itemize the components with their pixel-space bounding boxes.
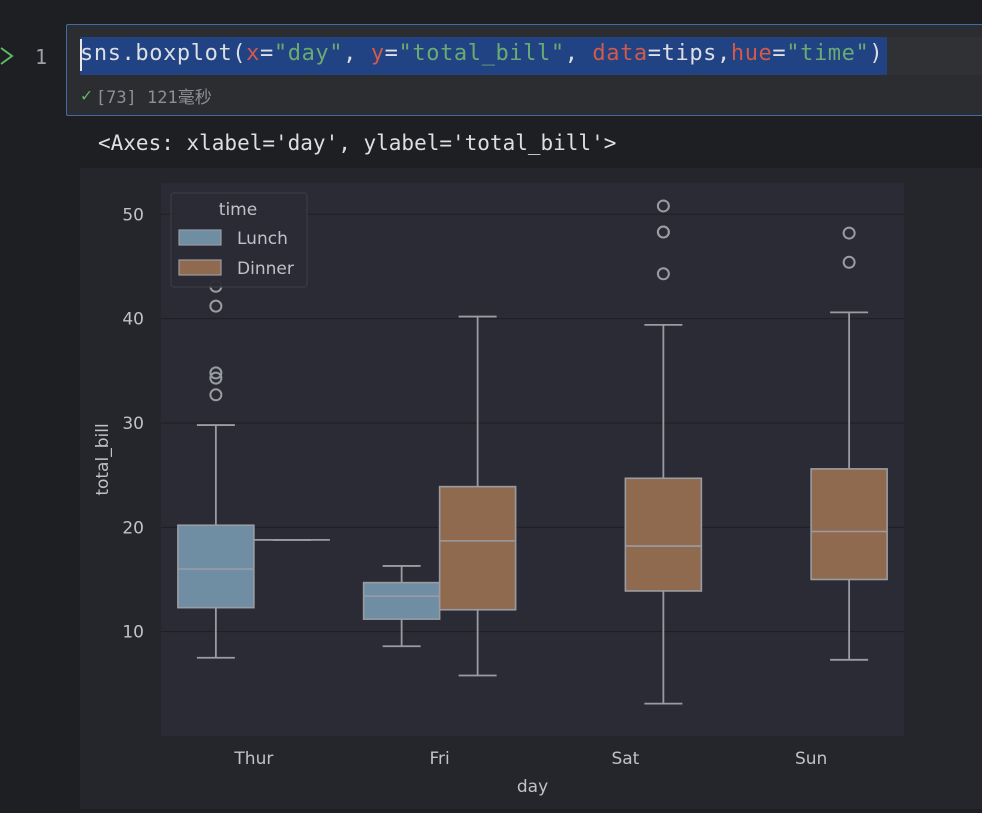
box-iqr	[624, 477, 703, 592]
line-number: 1	[34, 45, 48, 69]
text-caret	[80, 39, 82, 71]
code-token: ,	[564, 41, 593, 66]
y-tick-label: 50	[122, 205, 144, 225]
code-text[interactable]: sns.boxplot(x="day", y="total_bill", dat…	[80, 41, 883, 66]
x-tick-label: Fri	[429, 749, 449, 769]
code-line[interactable]: sns.boxplot(x="day", y="total_bill", dat…	[80, 37, 982, 75]
y-tick-label: 40	[122, 310, 144, 330]
x-tick-label: Sun	[795, 749, 827, 769]
success-check-icon: ✓	[81, 85, 92, 106]
code-token: =	[772, 41, 787, 66]
legend-title: time	[219, 200, 257, 220]
editor-gutter: 1	[0, 0, 66, 809]
code-token: hue	[730, 41, 773, 66]
legend-label-dinner: Dinner	[237, 259, 294, 279]
y-tick-label: 30	[122, 414, 144, 434]
cell-status: ✓ [73] 121毫秒	[81, 83, 212, 108]
code-token: sns.boxplot(	[80, 41, 247, 66]
plot-figure: 10 20 30 40 50 Thur Fri Sat Sun day total_bill time…	[80, 168, 982, 809]
y-tick-label: 20	[122, 518, 144, 538]
box-iqr	[438, 485, 517, 611]
cell-output-repr: <Axes: xlabel='day', ylabel='total_bill'…	[98, 131, 617, 155]
legend-label-lunch: Lunch	[237, 229, 288, 249]
code-token: "time"	[786, 41, 870, 66]
x-tick-label: Sat	[611, 749, 639, 769]
code-token: ,	[343, 41, 371, 66]
y-tick-label: 10	[122, 623, 144, 643]
run-cell-icon[interactable]	[0, 44, 14, 68]
execution-info: [73] 121毫秒	[95, 88, 212, 108]
x-tick-label: Thur	[233, 749, 273, 769]
code-token: data	[592, 41, 648, 66]
code-token: x	[246, 41, 261, 66]
code-cell[interactable]: sns.boxplot(x="day", y="total_bill", dat…	[66, 24, 982, 116]
code-token: y	[370, 41, 385, 66]
box-iqr	[177, 524, 255, 609]
code-token: =tips,	[647, 41, 731, 66]
code-token: "day"	[273, 41, 344, 66]
code-token: )	[869, 41, 884, 66]
box-iqr	[362, 581, 441, 620]
boxplot-chart: 10 20 30 40 50 Thur Fri Sat Sun day total_bill time…	[93, 183, 904, 797]
code-token: "total_bill"	[398, 41, 565, 66]
code-token: =	[260, 41, 274, 66]
x-axis-label: day	[517, 777, 548, 797]
legend-swatch-lunch	[178, 229, 222, 246]
y-axis-label: total_bill	[93, 423, 113, 495]
box-iqr	[810, 468, 888, 581]
legend: time Lunch Dinner	[170, 192, 308, 288]
legend-swatch-dinner	[178, 259, 222, 276]
code-token: =	[384, 41, 399, 66]
